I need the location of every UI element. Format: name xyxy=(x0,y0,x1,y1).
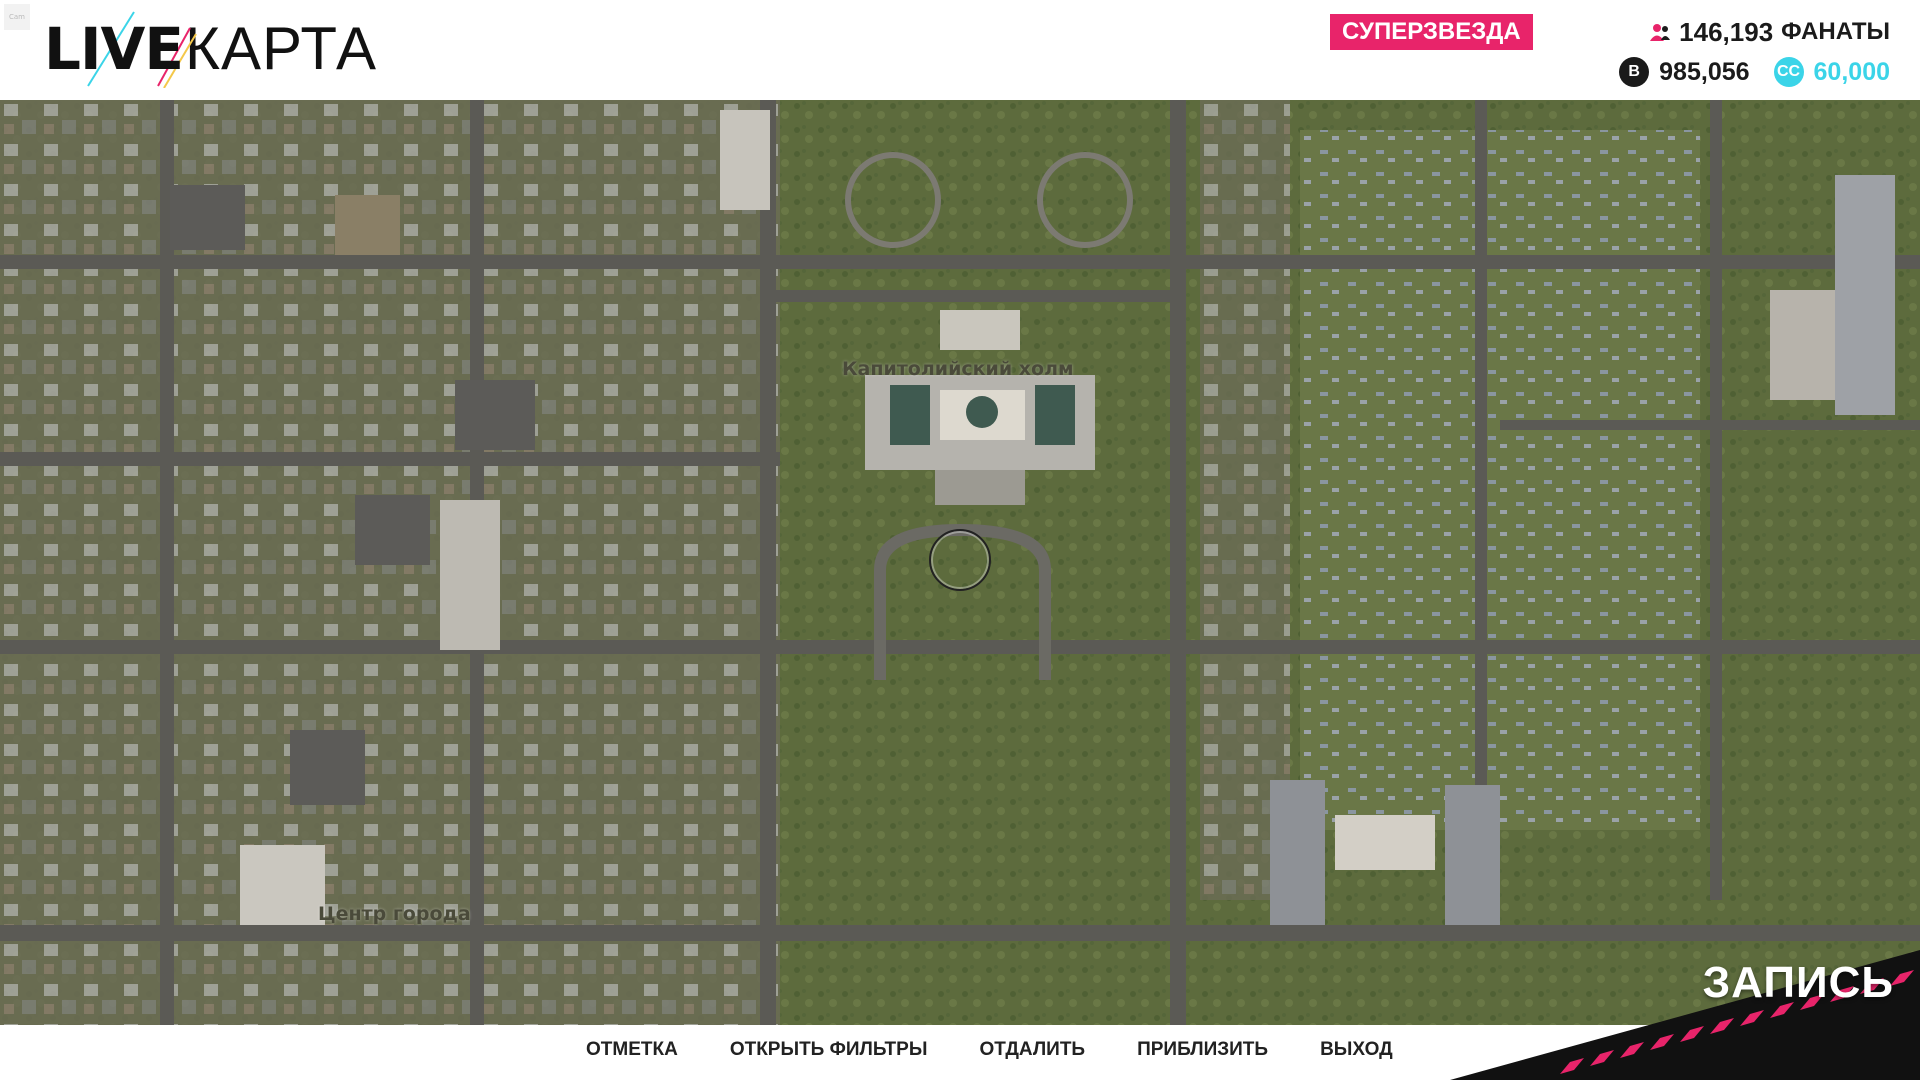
open-filters-button[interactable]: ОТКРЫТЬ ФИЛЬТРЫ xyxy=(704,1039,954,1061)
mark-button[interactable]: ОТМЕТКА xyxy=(560,1039,704,1061)
top-bar: Cam LIVE КАРТА СУПЕРЗВЕЗДА 146,193 ФАНАТ… xyxy=(0,0,1920,100)
logo-map-text: КАРТА xyxy=(185,15,378,82)
fans-icon xyxy=(1650,24,1671,41)
premium-amount: 60,000 xyxy=(1813,57,1890,86)
zoom-in-button[interactable]: ПРИБЛИЗИТЬ xyxy=(1111,1039,1294,1061)
map-cursor[interactable] xyxy=(929,529,991,591)
money-amount: 985,056 xyxy=(1659,57,1750,86)
action-bar: ОТМЕТКА ОТКРЫТЬ ФИЛЬТРЫ ОТДАЛИТЬ ПРИБЛИЗ… xyxy=(560,1025,1419,1075)
map-label-capitol: Капитолийский холм xyxy=(842,358,1074,380)
city-map[interactable]: Капитолийский холм Центр города xyxy=(0,100,1920,1025)
premium-coin-icon: CC xyxy=(1773,57,1804,87)
currency-row: B 985,056 CC 60,000 xyxy=(1619,54,1890,90)
record-badge: ЗАПИСЬ xyxy=(1450,930,1920,1080)
logo-live-text: LIVE xyxy=(44,15,184,83)
player-stats: СУПЕРЗВЕЗДА 146,193 ФАНАТЫ B 985,056 CC … xyxy=(1330,12,1890,92)
money-coin-icon: B xyxy=(1619,57,1650,87)
fans-counter: 146,193 ФАНАТЫ xyxy=(1649,14,1890,50)
camera-tag: Cam xyxy=(4,4,30,30)
exit-button[interactable]: ВЫХОД xyxy=(1294,1039,1419,1061)
zoom-out-button[interactable]: ОТДАЛИТЬ xyxy=(953,1039,1111,1061)
rank-badge: СУПЕРЗВЕЗДА xyxy=(1330,14,1533,50)
map-label-downtown: Центр города xyxy=(318,903,471,925)
app-logo: LIVE КАРТА xyxy=(44,11,378,88)
fans-count: 146,193 xyxy=(1679,16,1774,47)
fans-label: ФАНАТЫ xyxy=(1781,18,1890,45)
record-label: ЗАПИСЬ xyxy=(1702,958,1894,1007)
